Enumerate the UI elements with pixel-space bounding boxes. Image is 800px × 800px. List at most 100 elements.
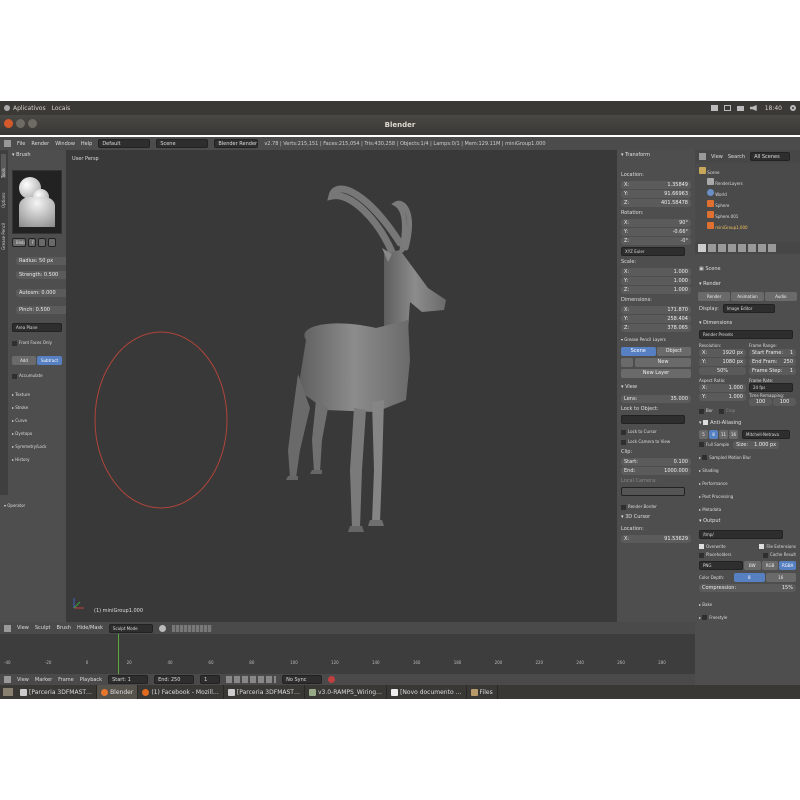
location-z[interactable]: Z: 401.58478: [621, 199, 691, 207]
rotation-y[interactable]: Y: -0.66°: [621, 228, 691, 236]
modifier-tab-icon[interactable]: [748, 244, 756, 252]
brush-preview[interactable]: [12, 170, 62, 234]
local-camera-field[interactable]: [621, 487, 685, 496]
color-rgb-button[interactable]: RGB: [761, 560, 779, 570]
aspect-y[interactable]: Y: 1.000: [699, 393, 746, 401]
tl-current-frame[interactable]: 1: [200, 675, 221, 684]
settings-gear-icon[interactable]: [790, 105, 796, 111]
aa-enable-checkbox[interactable]: [703, 419, 709, 425]
resolution-percent[interactable]: 50%: [699, 367, 746, 375]
depth-8-button[interactable]: 8: [734, 572, 765, 582]
render-border-checkbox[interactable]: Render Border: [617, 502, 695, 512]
performance-panel[interactable]: ▸ Performance: [699, 477, 800, 490]
end-frame[interactable]: End Fram: 250: [749, 358, 796, 366]
menu-render[interactable]: Render: [31, 141, 49, 147]
tl-menu-playback[interactable]: Playback: [80, 677, 102, 683]
viewport-editor-icon[interactable]: [4, 624, 11, 632]
menu-window[interactable]: Window: [55, 141, 75, 147]
aa-size-field[interactable]: Size: 1.000 px: [733, 440, 780, 449]
anti-aliasing-panel-header[interactable]: ▾ Anti-Aliasing: [695, 418, 800, 428]
aa-samples-8[interactable]: 8: [709, 429, 718, 439]
accumulate-checkbox[interactable]: Accumulate: [12, 373, 43, 379]
history-panel[interactable]: ▸ History: [12, 453, 47, 466]
dimension-y[interactable]: Y: 258.404: [621, 315, 691, 323]
outliner-menu-view[interactable]: View: [711, 154, 723, 160]
task-facebook-firefox[interactable]: (1) Facebook - Mozill…: [138, 685, 224, 699]
brush-fake-user[interactable]: F: [28, 238, 36, 247]
strength-field[interactable]: Strength: 0.500: [16, 271, 68, 279]
task-files[interactable]: Files: [467, 685, 498, 699]
vp-menu-view[interactable]: View: [17, 625, 29, 631]
add-direction-button[interactable]: Add: [12, 356, 36, 365]
vp-menu-brush[interactable]: Brush: [57, 625, 71, 631]
outliner-sphere[interactable]: Sphere: [695, 200, 800, 211]
pinch-field[interactable]: Pinch: 0.500: [16, 306, 68, 314]
gp-scene-button[interactable]: Scene: [621, 347, 656, 356]
scene-selector[interactable]: Scene: [156, 139, 209, 148]
subtract-direction-button[interactable]: Subtract: [37, 356, 62, 365]
stroke-method-selector[interactable]: Area Plane: [12, 323, 62, 332]
scale-y[interactable]: Y: 1.000: [621, 277, 691, 285]
info-editor-icon[interactable]: [4, 140, 11, 147]
tab-tools[interactable]: Tools: [1, 154, 6, 178]
cache-result-checkbox[interactable]: Cache Result: [762, 552, 796, 558]
grease-pencil-layers-header[interactable]: ▾ Grease Pencil Layers: [617, 335, 695, 345]
lock-cursor-checkbox[interactable]: Lock to Cursor: [617, 427, 695, 437]
playhead[interactable]: [118, 634, 119, 674]
tl-menu-view[interactable]: View: [17, 677, 29, 683]
color-bw-button[interactable]: BW: [744, 560, 761, 570]
keying-icon[interactable]: [328, 676, 336, 683]
aa-samples-5[interactable]: 5: [699, 429, 708, 439]
timeline[interactable]: -40 -20 0 20 40 60 80 100 120 140 160 180 200 220 240 2…: [0, 634, 695, 674]
layer-buttons[interactable]: [171, 624, 212, 632]
outliner-display-filter[interactable]: All Scenes: [750, 152, 791, 161]
autosmooth-field[interactable]: Autosm: 0.000: [16, 289, 68, 297]
tl-start-field[interactable]: Start: 1: [108, 675, 149, 684]
output-panel-header[interactable]: ▾ Output: [695, 516, 800, 526]
rotation-mode-selector[interactable]: XYZ Euler: [621, 247, 685, 256]
ibex-sculpt-model[interactable]: [66, 150, 617, 622]
aspect-x[interactable]: X: 1.000: [699, 384, 746, 392]
render-panel-header[interactable]: ▾ Render: [695, 279, 800, 289]
full-sample-checkbox[interactable]: Full Sample: [699, 442, 729, 448]
lens-field[interactable]: Lens: 35.000: [621, 395, 691, 403]
render-engine-selector[interactable]: Blender Render: [214, 139, 259, 148]
view-panel-header[interactable]: ▾ View: [617, 382, 695, 392]
lock-object-field[interactable]: [621, 415, 685, 424]
brush-panel-header[interactable]: ▾ Brush: [0, 150, 66, 160]
task-ramps-wiring[interactable]: v3.0-RAMPS_Wiring…: [305, 685, 388, 699]
gp-new-button[interactable]: New: [635, 358, 691, 367]
layout-selector[interactable]: Default: [98, 139, 151, 148]
network-icon[interactable]: [736, 105, 744, 111]
dimension-x[interactable]: X: 171.870: [621, 306, 691, 314]
remap-new[interactable]: 100: [773, 398, 796, 406]
task-novo-documento[interactable]: [Novo documento …: [387, 685, 467, 699]
location-y[interactable]: Y: 91.66963: [621, 190, 691, 198]
close-window-button[interactable]: [4, 119, 13, 128]
maximize-window-button[interactable]: [28, 119, 37, 128]
object-tab-icon[interactable]: [738, 244, 746, 252]
lock-camera-checkbox[interactable]: Lock Camera to View: [617, 437, 695, 447]
outliner-minigroup[interactable]: miniGroup1.000: [695, 222, 800, 233]
shading-panel[interactable]: ▸ Shading: [699, 464, 800, 477]
output-path-field[interactable]: /tmp/: [699, 529, 783, 539]
texture-tab-icon[interactable]: [768, 244, 776, 252]
depth-16-button[interactable]: 16: [765, 572, 796, 582]
menu-file[interactable]: File: [17, 141, 25, 147]
dropbox-icon[interactable]: [710, 105, 718, 111]
brush-name-field[interactable]: Blob: [12, 238, 26, 247]
bake-panel[interactable]: ▸ Bake: [699, 598, 800, 611]
dyntopo-panel[interactable]: ▸ Dyntopo: [12, 427, 47, 440]
post-processing-panel[interactable]: ▸ Post Processing: [699, 490, 800, 503]
outliner-menu-search[interactable]: Search: [728, 154, 745, 160]
gp-object-button[interactable]: Object: [656, 347, 691, 356]
render-audio-button[interactable]: Audio: [764, 292, 797, 301]
tl-menu-frame[interactable]: Frame: [58, 677, 74, 683]
dimension-z[interactable]: Z: 378.065: [621, 324, 691, 332]
show-desktop-icon[interactable]: [3, 688, 13, 696]
new-layer-button[interactable]: New Layer: [621, 369, 691, 378]
brush-unlink[interactable]: [48, 238, 56, 247]
frame-step[interactable]: Frame Step: 1: [749, 367, 796, 375]
material-tab-icon[interactable]: [758, 244, 766, 252]
clip-start-field[interactable]: Start: 0.100: [621, 458, 691, 466]
